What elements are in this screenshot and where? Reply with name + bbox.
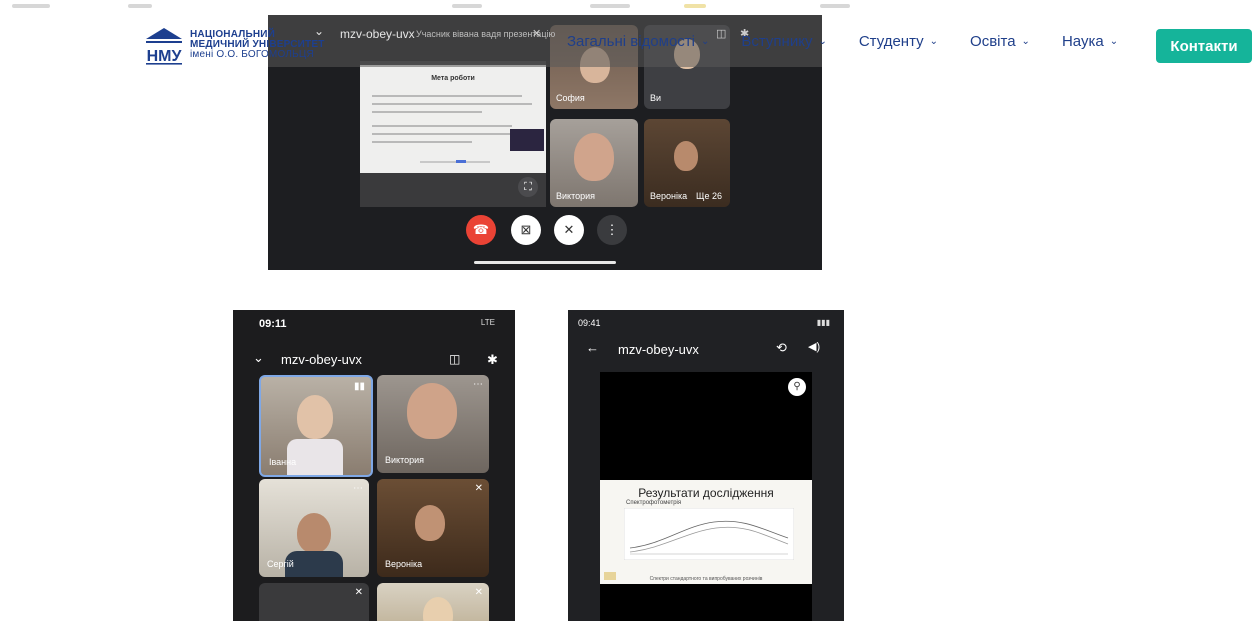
top-strip (0, 0, 1252, 14)
more-options-button[interactable]: ⋮ (597, 215, 627, 245)
status-bar: 09:11 LTE (233, 310, 515, 338)
status-bar: 09:41 ▮▮▮ (568, 310, 844, 338)
meeting-screenshot-phone-right: 09:41 ▮▮▮ ← mzv-obey-uvx ⟲ ◀) ⚲ Результа… (568, 310, 844, 621)
nav-label: Студенту (858, 33, 924, 50)
home-indicator (474, 261, 616, 264)
participant-name: Сергій (267, 559, 294, 569)
nav-label: Освіта (970, 33, 1016, 50)
meeting-code[interactable]: mzv-obey-uvx (340, 27, 415, 41)
nav-item-student[interactable]: Студенту ⌄ (859, 33, 938, 50)
slide-title: Результати дослідження (638, 486, 774, 500)
nav-item-general-info[interactable]: Загальні відомості ⌄ (567, 33, 709, 50)
logo-line-3: імені О.О. БОГОМОЛЬЦЯ (190, 49, 314, 60)
mic-muted-icon: ✕ (474, 483, 483, 494)
meeting-screenshot-phone-left: 09:11 LTE ⌄ mzv-obey-uvx ◫ ✱ ▮▮ Іванна ⋯… (233, 310, 515, 621)
chevron-down-icon: ⌄ (1021, 36, 1030, 47)
pin-icon[interactable]: ⚲ (788, 378, 806, 396)
participant-name: Вероніка (650, 191, 688, 201)
nav-item-education[interactable]: Освіта ⌄ (970, 33, 1030, 50)
nav-label: Вступнику (741, 33, 813, 50)
chevron-down-icon: ⌄ (1109, 36, 1119, 47)
nav-item-applicant[interactable]: Вступнику ⌄ (741, 33, 826, 50)
logo-text: НАЦІОНАЛЬНИЙ МЕДИЧНИЙ УНІВЕРСИТЕТ імені … (190, 30, 325, 60)
speaker-icon[interactable]: ◀) (808, 340, 820, 353)
slide-thumbnail (510, 129, 544, 151)
back-arrow-icon[interactable]: ← (586, 340, 599, 355)
chevron-down-icon: ⌄ (929, 36, 939, 47)
fullscreen-icon[interactable]: ⛶ (518, 177, 538, 197)
mic-muted-icon: ✕ (354, 587, 363, 598)
slide-title: Мета роботи (431, 75, 475, 82)
participant-tile-viktoria: ⋯ Виктория (377, 375, 489, 473)
site-logo[interactable]: НМУ НАЦІОНАЛЬНИЙ МЕДИЧНИЙ УНІВЕРСИТЕТ ім… (144, 24, 344, 66)
svg-text:НМУ: НМУ (147, 48, 183, 65)
camera-off-button[interactable]: ⊠ (511, 215, 541, 245)
status-icons: ▮▮▮ (816, 318, 830, 327)
participant-name: Виктория (556, 191, 596, 201)
more-participants-count: Ще 26 (696, 191, 722, 201)
nav-label: Загальні відомості (567, 33, 695, 50)
contacts-button[interactable]: Контакти (1156, 29, 1252, 63)
mic-off-button[interactable]: ✕ (554, 215, 584, 245)
participant-tile-ivanna: ▮▮ Іванна (259, 375, 373, 477)
status-network: LTE (480, 318, 495, 327)
nav-item-science[interactable]: Наука ⌄ (1062, 33, 1118, 50)
chevron-down-icon: ⌄ (818, 36, 827, 47)
camera-switch-icon[interactable]: ◫ (449, 352, 460, 366)
meeting-code[interactable]: mzv-obey-uvx (281, 352, 362, 367)
status-time: 09:41 (578, 318, 601, 328)
meeting-screenshot-main: Мета роботи ⛶ София Ви Виктория Вероніка… (268, 15, 822, 270)
slide-footer: Спектри стандартного та випробуваних роз… (649, 576, 763, 582)
chevron-down-icon: ⌄ (701, 36, 710, 47)
meeting-code[interactable]: mzv-obey-uvx (618, 342, 699, 357)
slide-subtitle: Спектрофотометрія (626, 500, 682, 506)
participant-tile-viktoria: Виктория (550, 119, 638, 207)
status-time: 09:11 (259, 318, 287, 330)
nav-label: Наука (1061, 33, 1104, 50)
participant-name: Вероніка (385, 559, 423, 569)
participant-name: Виктория (385, 455, 425, 465)
spectrum-chart-image (624, 508, 794, 560)
chevron-down-icon[interactable]: ⌄ (253, 350, 264, 366)
mic-muted-icon: ✕ (532, 28, 542, 40)
participant-tile: ✕ (377, 583, 489, 621)
presentation-slide: Результати дослідження Спектрофотометрія… (600, 480, 812, 584)
main-nav: Загальні відомості ⌄ Вступнику ⌄ Студент… (567, 33, 1150, 50)
audio-level-icon: ▮▮ (353, 381, 365, 392)
participant-tile-veronika: Вероніка Ще 26 (644, 119, 730, 207)
participant-tile-veronika: ✕ Вероніка (377, 479, 489, 577)
university-logo-icon: НМУ (146, 28, 183, 65)
participant-name: Іванна (269, 457, 297, 467)
hang-up-button[interactable]: ☎ (466, 215, 496, 245)
participant-name: София (556, 93, 585, 103)
more-options-icon[interactable]: ⋯ (353, 483, 363, 494)
participant-name: Ви (650, 93, 662, 103)
mic-muted-icon: ✕ (474, 587, 483, 598)
more-options-icon[interactable]: ⋯ (473, 379, 483, 390)
presentation-slide: Мета роботи ⛶ (360, 61, 546, 207)
participant-tile: ✕ (259, 583, 369, 621)
camera-switch-icon[interactable]: ⟲ (776, 340, 787, 356)
participant-tile-serhii: ⋯ Сергій (259, 479, 369, 577)
bluetooth-icon[interactable]: ✱ (487, 352, 498, 368)
